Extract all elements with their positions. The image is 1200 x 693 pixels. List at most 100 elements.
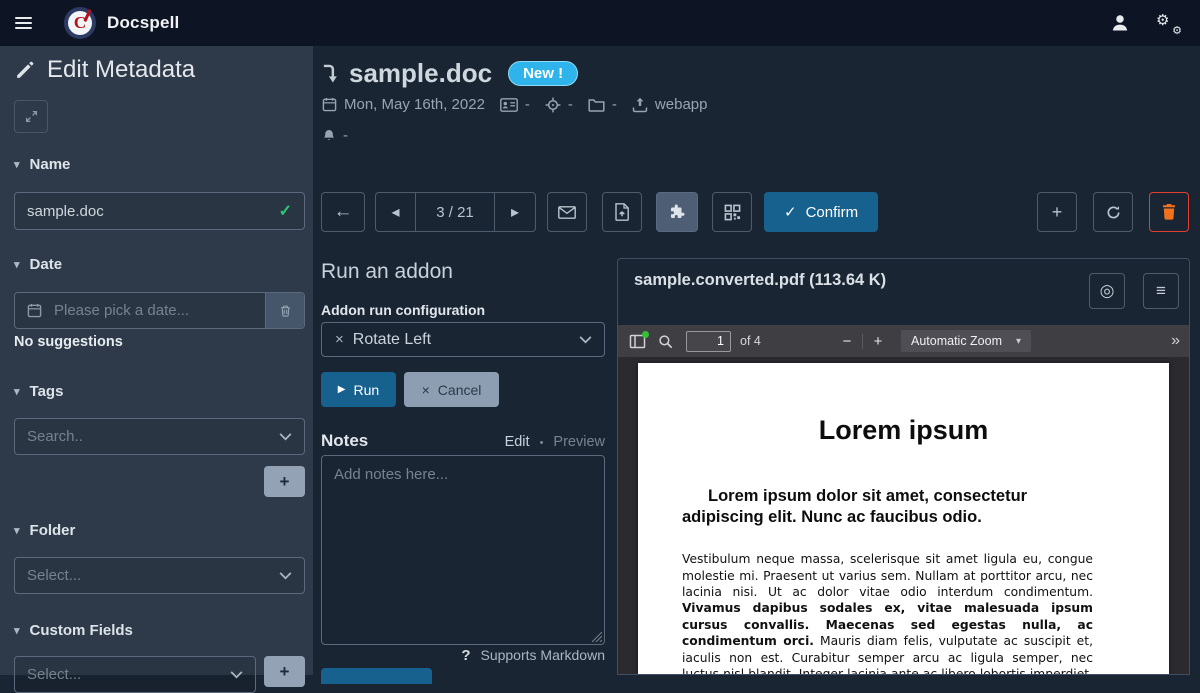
markdown-help-icon[interactable]: ?: [461, 647, 470, 664]
zoom-in-button[interactable]: +: [865, 333, 891, 350]
caret-down-icon: ▾: [14, 624, 20, 637]
trash-outline-icon: [279, 304, 292, 318]
toolbar-overflow-button[interactable]: »: [1171, 332, 1179, 350]
trash-icon: [1162, 204, 1176, 220]
new-badge: New !: [508, 61, 578, 86]
section-custom-fields-header[interactable]: ▾ Custom Fields: [14, 622, 133, 639]
upload-icon: [632, 97, 648, 113]
reload-button[interactable]: [1093, 192, 1133, 232]
back-button[interactable]: ←: [321, 192, 365, 232]
calendar-icon: [15, 303, 42, 318]
clear-date-button[interactable]: [265, 293, 304, 328]
play-icon: ▶: [338, 384, 346, 395]
chevron-down-icon: ▾: [1016, 336, 1021, 347]
notification-dot: [642, 331, 649, 338]
refresh-icon: [1106, 205, 1121, 220]
preview-eye-button[interactable]: ◎: [1089, 273, 1125, 309]
section-name-header[interactable]: ▾ Name: [14, 156, 70, 173]
pdf-viewport[interactable]: Lorem ipsum Lorem ipsum dolor sit amet, …: [618, 357, 1189, 675]
item-arrow-down-icon: [322, 62, 339, 85]
menu-hamburger-icon[interactable]: [0, 0, 46, 46]
notes-edit-tab[interactable]: Edit: [505, 434, 530, 450]
confirm-button[interactable]: ✓ Confirm: [764, 192, 878, 232]
x-icon: ×: [422, 382, 430, 398]
name-input[interactable]: [15, 193, 279, 229]
section-date-header[interactable]: ▾ Date: [14, 256, 62, 273]
sidebar-toggle-button[interactable]: [629, 334, 646, 349]
mail-button[interactable]: [547, 192, 587, 232]
menu-bars-icon: ≡: [1156, 281, 1166, 301]
tags-dropdown[interactable]: Search..: [14, 418, 305, 455]
run-addon-button[interactable]: ▶ Run: [321, 372, 396, 407]
notes-heading: Notes: [321, 431, 368, 451]
cancel-addon-button[interactable]: × Cancel: [404, 372, 499, 407]
pdf-doc-body: Vestibulum neque massa, scelerisque sit …: [682, 551, 1093, 675]
magnifier-icon: [658, 334, 673, 349]
zoom-out-button[interactable]: −: [834, 333, 860, 350]
envelope-icon: [558, 206, 576, 219]
chevron-down-icon: [279, 433, 292, 441]
pdf-doc-title: Lorem ipsum: [638, 415, 1169, 446]
upload-file-button[interactable]: [602, 192, 642, 232]
attachment-header: sample.converted.pdf (113.64 K) ◎ ≡: [618, 259, 1189, 325]
page-count-label: of 4: [740, 334, 761, 348]
check-icon: ✓: [784, 203, 797, 221]
item-folder: -: [588, 96, 617, 113]
edit-metadata-sidebar: Edit Metadata ▾ Name ✓ ▾ Date No suggest…: [0, 46, 313, 675]
user-icon[interactable]: [1110, 13, 1130, 33]
delete-button[interactable]: [1149, 192, 1189, 232]
address-card-icon: [500, 98, 518, 112]
expand-sidebar-button[interactable]: [14, 100, 48, 133]
sidebar-title: Edit Metadata: [14, 56, 195, 84]
docspell-logo[interactable]: C: [64, 7, 96, 39]
name-field: ✓: [14, 192, 305, 230]
chevron-down-icon: [279, 572, 292, 580]
next-item-button[interactable]: ▸: [495, 193, 535, 231]
save-notes-button-partial[interactable]: [321, 668, 432, 684]
item-due-date: -: [322, 127, 348, 144]
qr-code-icon: [724, 204, 741, 221]
folder-icon: [588, 97, 605, 112]
addon-config-label: Addon run configuration: [321, 302, 485, 318]
zoom-select-value: Automatic Zoom: [911, 334, 1002, 348]
find-button[interactable]: [658, 334, 673, 349]
pdfjs-toolbar: of 4 − + Automatic Zoom ▾ »: [618, 325, 1189, 357]
add-tag-button[interactable]: +: [264, 466, 305, 497]
date-input[interactable]: [42, 293, 265, 328]
notes-preview-tab[interactable]: Preview: [553, 434, 605, 450]
section-tags-header[interactable]: ▾ Tags: [14, 383, 63, 400]
page-number-input[interactable]: [686, 331, 731, 352]
addon-config-value: Rotate Left: [353, 331, 579, 349]
puzzle-icon: [668, 203, 686, 221]
caret-down-icon: ▾: [14, 524, 20, 537]
folder-dropdown[interactable]: Select...: [14, 557, 305, 594]
date-field: [14, 292, 305, 329]
chevron-down-icon: [579, 336, 592, 344]
arrow-left-icon: ←: [334, 201, 353, 223]
item-correspondent: -: [500, 96, 530, 113]
pdf-doc-lead: Lorem ipsum dolor sit amet, consectetur …: [682, 486, 1109, 527]
item-detail-main: sample.doc New ! Mon, May 16th, 2022 - -…: [313, 46, 1200, 675]
addons-button[interactable]: [656, 192, 698, 232]
add-custom-field-button[interactable]: +: [264, 656, 305, 687]
expand-arrows-icon: [25, 110, 38, 123]
item-toolbar: ← ◂ 3 / 21 ▸ ✓ Confirm +: [321, 192, 1189, 232]
attachment-viewer-panel: sample.converted.pdf (113.64 K) ◎ ≡ of 4…: [617, 258, 1190, 675]
markdown-hint[interactable]: Supports Markdown: [480, 647, 605, 663]
notes-textarea[interactable]: [321, 455, 605, 645]
app-title: Docspell: [107, 13, 179, 33]
zoom-select[interactable]: Automatic Zoom ▾: [901, 330, 1031, 352]
processing-gears-icon[interactable]: ⚙⚙: [1156, 11, 1182, 35]
addon-config-dropdown[interactable]: × Rotate Left: [321, 322, 605, 357]
file-upload-icon: [615, 203, 629, 221]
add-item-button[interactable]: +: [1037, 192, 1077, 232]
qr-code-button[interactable]: [712, 192, 752, 232]
section-folder-header[interactable]: ▾ Folder: [14, 522, 75, 539]
clear-selection-icon[interactable]: ×: [322, 331, 353, 348]
prev-item-button[interactable]: ◂: [376, 193, 415, 231]
bell-icon: [322, 128, 336, 144]
attachment-menu-button[interactable]: ≡: [1143, 273, 1179, 309]
date-suggestions-hint: No suggestions: [14, 334, 123, 350]
item-title: sample.doc: [349, 58, 492, 89]
item-source: webapp: [632, 96, 708, 113]
